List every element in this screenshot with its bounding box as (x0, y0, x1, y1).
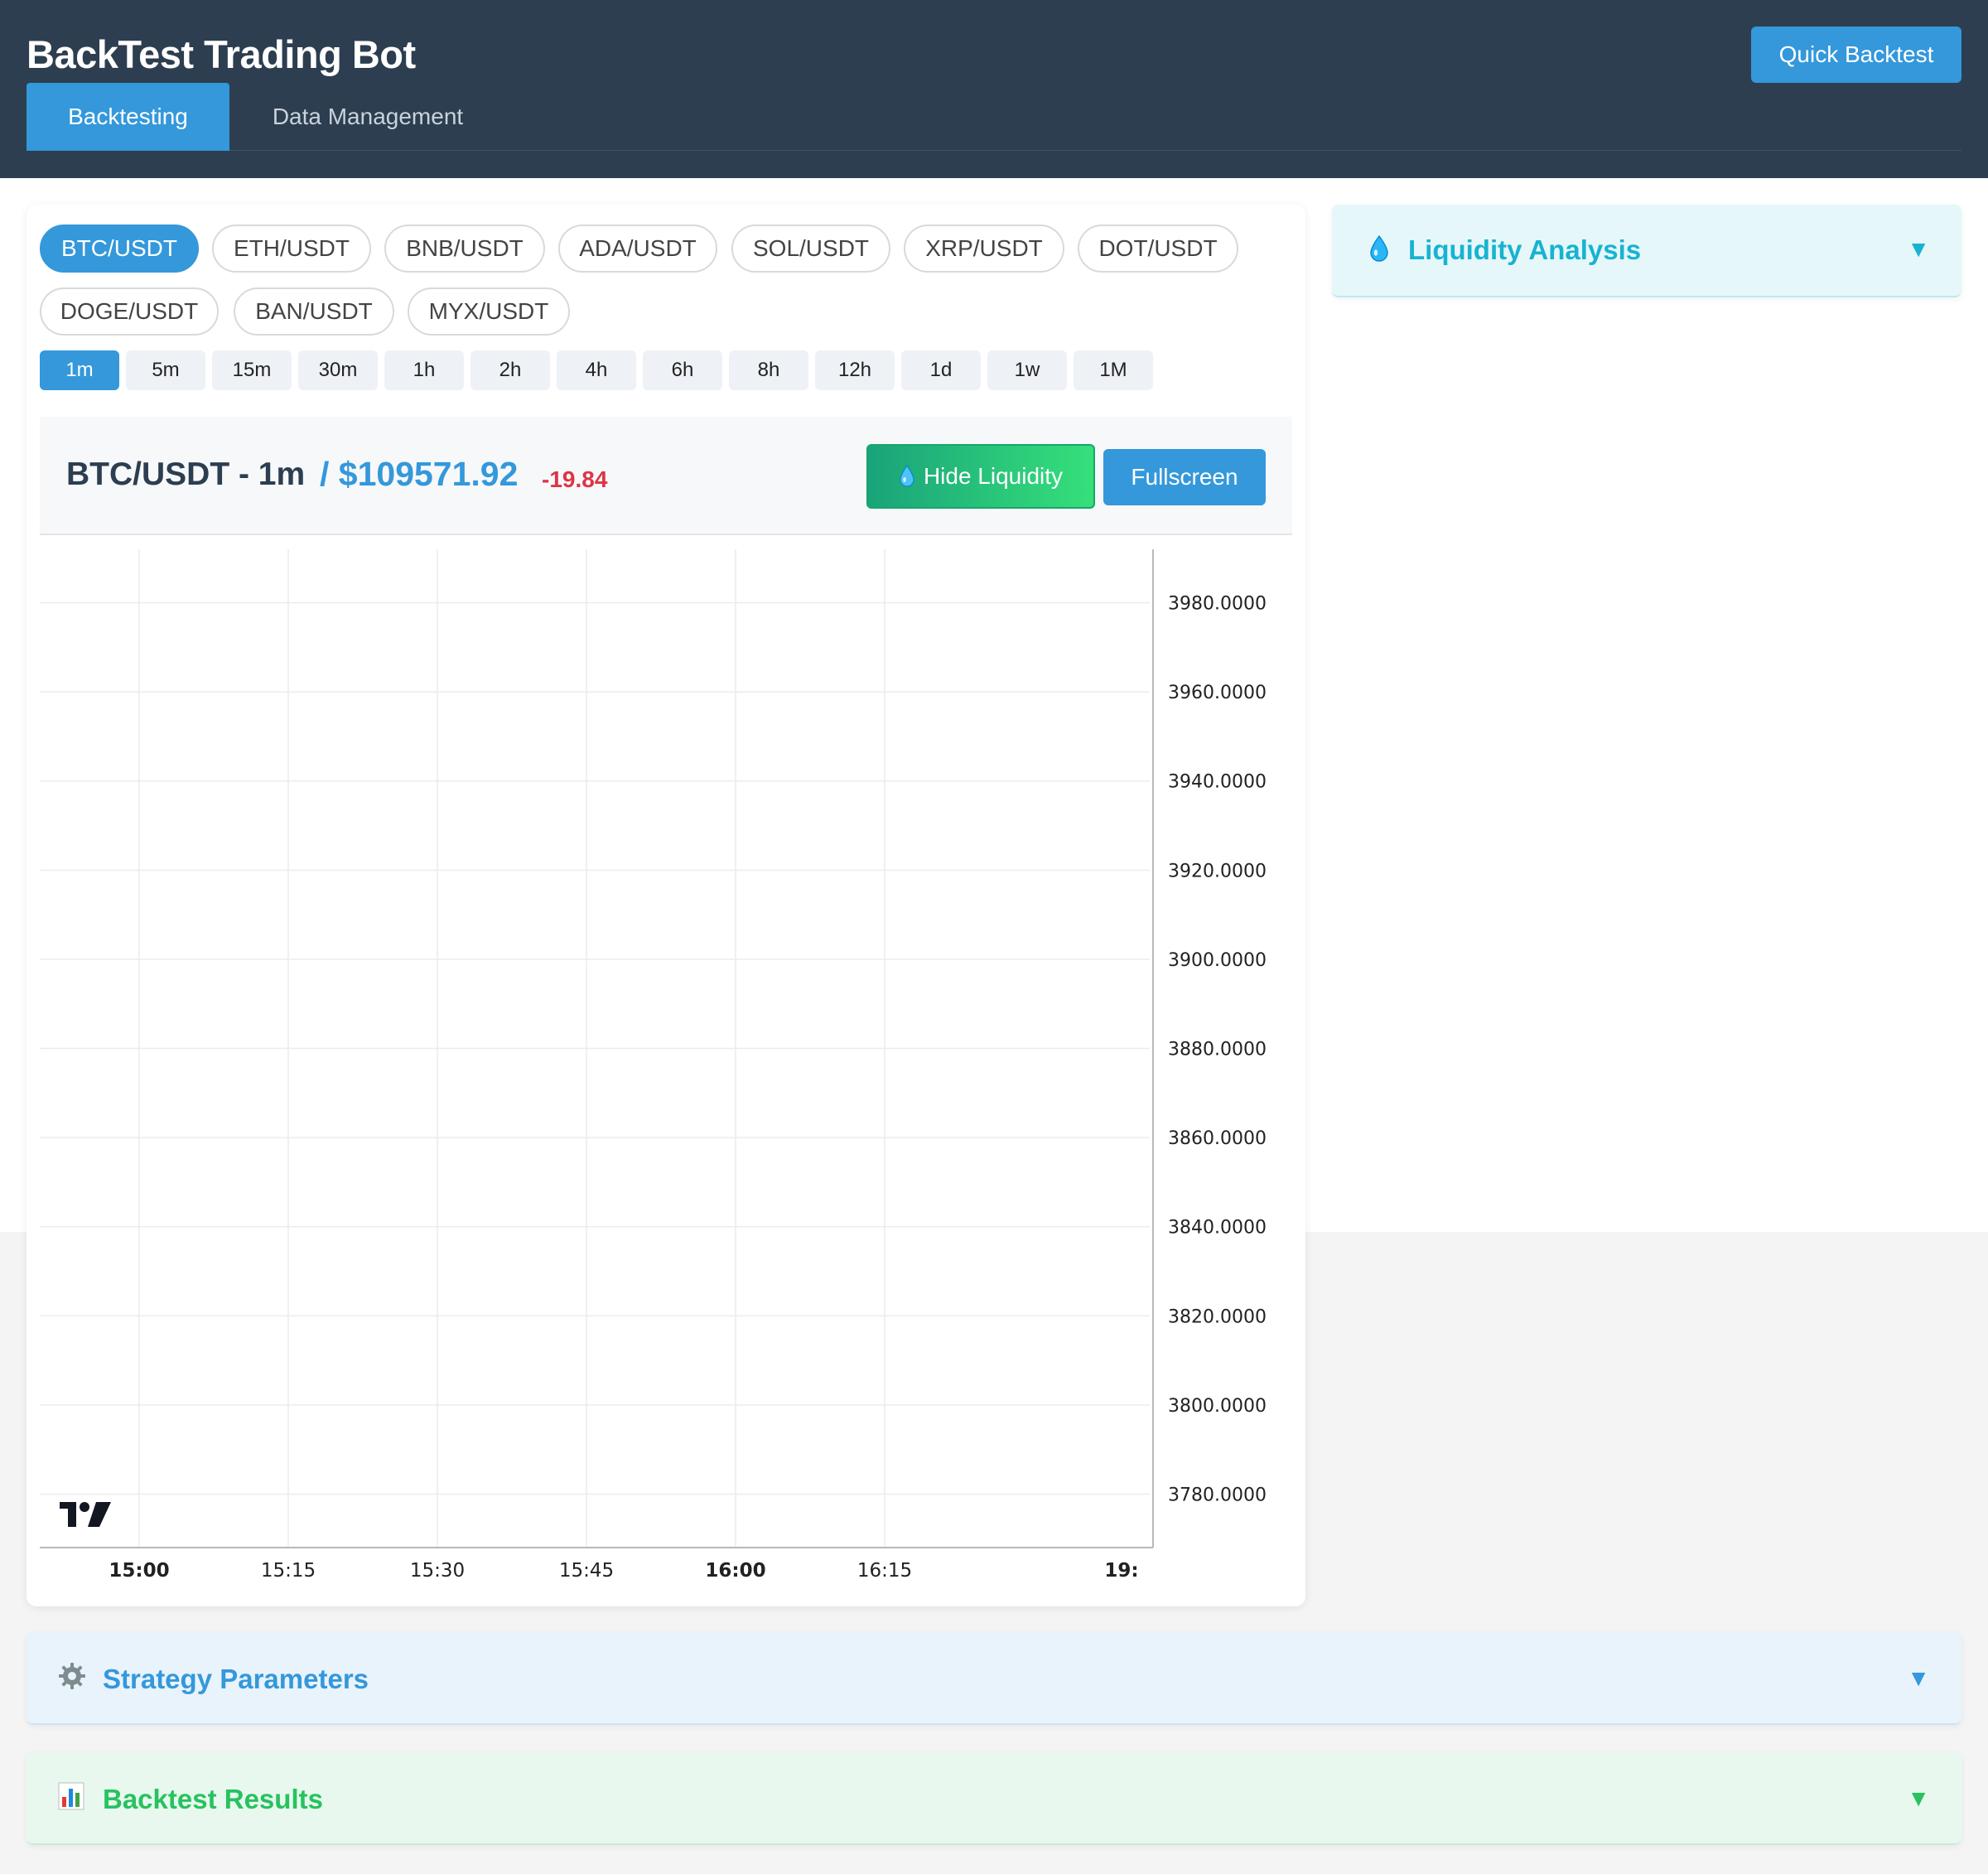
quick-backtest-button[interactable]: Quick Backtest (1751, 27, 1961, 83)
backtest-results-panel[interactable]: Backtest Results ▼ (27, 1752, 1961, 1845)
strategy-parameters-title: Strategy Parameters (103, 1664, 369, 1694)
timeframe-12h[interactable]: 12h (815, 350, 895, 390)
pair-doge-usdt[interactable]: DOGE/USDT (40, 287, 219, 336)
chevron-down-icon[interactable]: ▼ (1907, 236, 1930, 263)
y-tick-label: 3940.0000 (1168, 772, 1267, 793)
chart-header: BTC/USDT - 1m / $109571.92 -19.84 Hide L… (40, 417, 1292, 535)
y-tick-label: 3880.0000 (1168, 1040, 1267, 1060)
y-tick-label: 3860.0000 (1168, 1128, 1267, 1149)
timeframe-30m[interactable]: 30m (298, 350, 378, 390)
y-tick-label: 3920.0000 (1168, 861, 1267, 881)
pair-xrp-usdt[interactable]: XRP/USDT (904, 225, 1064, 273)
liquidity-analysis-panel[interactable]: Liquidity Analysis ▼ (1332, 205, 1961, 297)
y-tick-label: 3900.0000 (1168, 950, 1267, 971)
liquidity-analysis-title: Liquidity Analysis (1408, 234, 1642, 265)
timeframe-5m[interactable]: 5m (126, 350, 205, 390)
x-tick-label: 15:45 (559, 1560, 614, 1582)
pair-dot-usdt[interactable]: DOT/USDT (1078, 225, 1238, 273)
pair-btc-usdt[interactable]: BTC/USDT (40, 225, 199, 273)
timeframe-2h[interactable]: 2h (470, 350, 550, 390)
droplet-icon (1370, 234, 1388, 262)
pair-sol-usdt[interactable]: SOL/USDT (731, 225, 890, 273)
timeframe-1h[interactable]: 1h (384, 350, 464, 390)
x-tick-label: 15:30 (410, 1560, 465, 1582)
timeframe-15m[interactable]: 15m (212, 350, 292, 390)
app-title: BackTest Trading Bot (27, 32, 416, 76)
bar-chart-icon (58, 1782, 84, 1810)
droplet-icon (900, 465, 914, 487)
pair-ban-usdt[interactable]: BAN/USDT (234, 287, 394, 336)
timeframe-1M[interactable]: 1M (1074, 350, 1153, 390)
x-tick-label: 15:15 (261, 1560, 316, 1582)
app-header: BackTest Trading Bot Quick Backtest Back… (0, 0, 1988, 178)
x-tick-label: 16:00 (705, 1560, 765, 1582)
chevron-down-icon[interactable]: ▼ (1907, 1785, 1930, 1812)
y-tick-label: 3800.0000 (1168, 1396, 1267, 1417)
tradingview-logo (60, 1502, 111, 1527)
chart-canvas[interactable]: 3980.0000 3960.0000 3940.0000 3920.0000 3900… (40, 549, 1292, 1593)
backtest-results-title: Backtest Results (103, 1784, 323, 1814)
timeframe-1w[interactable]: 1w (987, 350, 1067, 390)
pair-bnb-usdt[interactable]: BNB/USDT (384, 225, 545, 273)
timeframe-1m[interactable]: 1m (40, 350, 119, 390)
pair-ada-usdt[interactable]: ADA/USDT (558, 225, 717, 273)
timeframe-8h[interactable]: 8h (729, 350, 808, 390)
hide-liquidity-label: Hide Liquidity (923, 463, 1064, 489)
chart-title: BTC/USDT - 1m (66, 456, 306, 492)
tab-backtesting[interactable]: Backtesting (27, 83, 229, 151)
hide-liquidity-button[interactable]: Hide Liquidity (866, 444, 1095, 509)
timeframe-4h[interactable]: 4h (557, 350, 636, 390)
price-chart[interactable]: 3980.0000 3960.0000 3940.0000 3920.0000 3900… (40, 549, 1292, 1593)
y-tick-label: 3780.0000 (1168, 1485, 1267, 1505)
current-price: / $109571.92 (320, 455, 519, 493)
tab-data-management[interactable]: Data Management (244, 83, 492, 151)
fullscreen-button[interactable]: Fullscreen (1103, 449, 1266, 505)
y-tick-label: 3980.0000 (1168, 594, 1267, 615)
y-tick-label: 3960.0000 (1168, 683, 1267, 703)
price-change: -19.84 (542, 466, 608, 492)
pair-myx-usdt[interactable]: MYX/USDT (408, 287, 570, 336)
gear-icon (59, 1663, 85, 1689)
x-tick-label: 19: (1104, 1560, 1138, 1582)
timeframe-6h[interactable]: 6h (643, 350, 722, 390)
timeframe-1d[interactable]: 1d (901, 350, 981, 390)
x-tick-label: 16:15 (857, 1560, 912, 1582)
y-tick-label: 3820.0000 (1168, 1306, 1267, 1327)
y-tick-label: 3840.0000 (1168, 1218, 1267, 1239)
nav-tabs: Backtesting Data Management (27, 83, 1961, 151)
pair-eth-usdt[interactable]: ETH/USDT (212, 225, 371, 273)
strategy-parameters-panel[interactable]: Strategy Parameters ▼ (27, 1632, 1961, 1725)
chevron-down-icon[interactable]: ▼ (1907, 1665, 1930, 1692)
x-tick-label: 15:00 (109, 1560, 169, 1582)
